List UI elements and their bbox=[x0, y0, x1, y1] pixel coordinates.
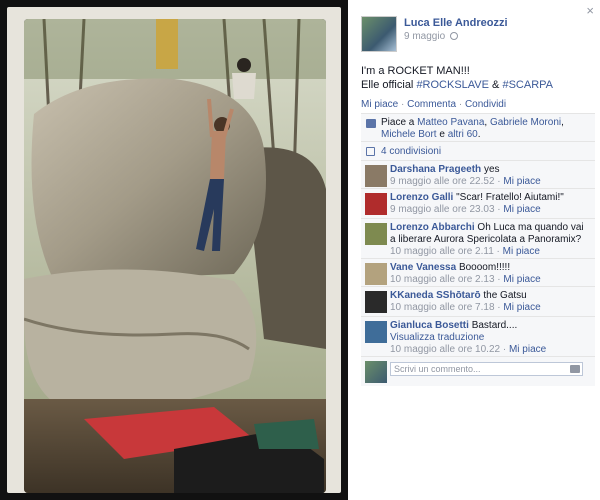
likes-sep: , bbox=[561, 117, 564, 128]
comment-like-link[interactable]: Mi piace bbox=[503, 246, 540, 257]
photo-viewer bbox=[0, 0, 348, 500]
comment-like-link[interactable]: Mi piace bbox=[503, 274, 540, 285]
post-photo[interactable] bbox=[24, 19, 326, 493]
likes-conj: e bbox=[436, 129, 448, 140]
likes-suffix: . bbox=[477, 129, 481, 140]
comment-time[interactable]: 9 maggio alle ore 23.03 bbox=[390, 204, 495, 215]
comment-item: Lorenzo Abbarchi Oh Luca ma quando vai a… bbox=[361, 218, 595, 258]
comment-body: Vane Vanessa Boooom!!!!! 10 maggio alle … bbox=[390, 262, 590, 286]
post-side-panel: × Luca Elle Andreozzi 9 maggio I'm a ROC… bbox=[348, 0, 600, 500]
comment-composer bbox=[361, 356, 595, 386]
post-text-line2: Elle official #ROCKSLAVE & #SCARPA bbox=[361, 78, 591, 92]
hashtag-scarpa[interactable]: #SCARPA bbox=[502, 79, 553, 91]
comment-body: Darshana Prageeth yes 9 maggio alle ore … bbox=[390, 164, 590, 188]
comment-body: Gianluca Bosetti Bastard.... Visualizza … bbox=[390, 320, 590, 356]
comment-item: Gianluca Bosetti Bastard.... Visualizza … bbox=[361, 316, 595, 356]
post-date: 9 maggio bbox=[404, 31, 458, 42]
hashtag-joiner: & bbox=[489, 79, 503, 91]
close-icon[interactable]: × bbox=[586, 3, 594, 18]
comment-time[interactable]: 10 maggio alle ore 10.22 bbox=[390, 344, 500, 355]
comment-body: Lorenzo Galli "Scar! Fratello! Aiutami!"… bbox=[390, 192, 590, 216]
commenter-avatar[interactable] bbox=[365, 321, 387, 343]
author-name[interactable]: Luca Elle Andreozzi bbox=[404, 17, 508, 29]
comment-input[interactable] bbox=[390, 362, 583, 376]
comment-time[interactable]: 9 maggio alle ore 22.52 bbox=[390, 176, 495, 187]
post-date-text[interactable]: 9 maggio bbox=[404, 31, 445, 42]
shares-summary[interactable]: 4 condivisioni bbox=[361, 141, 595, 160]
comment-meta: 10 maggio alle ore 2.13 · Mi piace bbox=[390, 274, 541, 285]
comment-item: KKaneda SShōtarō the Gatsu 10 maggio all… bbox=[361, 286, 595, 316]
commenter-avatar[interactable] bbox=[365, 193, 387, 215]
comment-like-link[interactable]: Mi piace bbox=[509, 344, 546, 355]
current-user-avatar bbox=[365, 361, 387, 383]
post-text: I'm a ROCKET MAN!!! Elle official #ROCKS… bbox=[361, 64, 591, 92]
comment-body: Lorenzo Abbarchi Oh Luca ma quando vai a… bbox=[390, 222, 590, 258]
commenter-name[interactable]: Lorenzo Abbarchi bbox=[390, 222, 475, 233]
comment-body: KKaneda SShōtarō the Gatsu 10 maggio all… bbox=[390, 290, 590, 314]
post-text-prefix: Elle official bbox=[361, 79, 417, 91]
comment-like-link[interactable]: Mi piace bbox=[503, 302, 540, 313]
commenter-avatar[interactable] bbox=[365, 165, 387, 187]
action-separator: · bbox=[398, 99, 408, 110]
photo-frame bbox=[7, 7, 341, 493]
comment-link[interactable]: Commenta bbox=[407, 99, 456, 110]
comment-text: Boooom!!!!! bbox=[458, 262, 511, 273]
shares-label[interactable]: 4 condivisioni bbox=[381, 146, 441, 157]
commenter-name[interactable]: KKaneda SShōtarō bbox=[390, 290, 481, 301]
comment-text: the Gatsu bbox=[483, 290, 527, 301]
camera-icon[interactable] bbox=[570, 365, 580, 373]
post-actions: Mi piace · Commenta · Condividi bbox=[361, 99, 506, 110]
translate-link[interactable]: Visualizza traduzione bbox=[390, 332, 484, 343]
commenter-name[interactable]: Gianluca Bosetti bbox=[390, 320, 469, 331]
commenter-name[interactable]: Vane Vanessa bbox=[390, 262, 456, 273]
comment-like-link[interactable]: Mi piace bbox=[503, 204, 540, 215]
share-icon bbox=[366, 147, 375, 156]
likes-others-link[interactable]: altri 60 bbox=[448, 129, 478, 140]
comment-meta: 10 maggio alle ore 7.18 · Mi piace bbox=[390, 302, 541, 313]
comment-time[interactable]: 10 maggio alle ore 2.13 bbox=[390, 274, 495, 285]
commenter-name[interactable]: Darshana Prageeth bbox=[390, 164, 481, 175]
commenter-name[interactable]: Lorenzo Galli bbox=[390, 192, 453, 203]
liker-link[interactable]: Michele Bort bbox=[381, 129, 437, 140]
action-separator: · bbox=[456, 99, 465, 110]
post-text-line1: I'm a ROCKET MAN!!! bbox=[361, 65, 470, 77]
share-link[interactable]: Condividi bbox=[465, 99, 506, 110]
comment-meta: 9 maggio alle ore 23.03 · Mi piace bbox=[390, 204, 541, 215]
author-avatar[interactable] bbox=[361, 16, 397, 52]
commenter-avatar[interactable] bbox=[365, 223, 387, 245]
comment-like-link[interactable]: Mi piace bbox=[503, 176, 540, 187]
comment-text: Bastard.... bbox=[471, 320, 518, 331]
liker-link[interactable]: Gabriele Moroni bbox=[490, 117, 561, 128]
comment-time[interactable]: 10 maggio alle ore 7.18 bbox=[390, 302, 495, 313]
comment-text: "Scar! Fratello! Aiutami!" bbox=[456, 192, 564, 203]
commenter-avatar[interactable] bbox=[365, 263, 387, 285]
comment-item: Lorenzo Galli "Scar! Fratello! Aiutami!"… bbox=[361, 188, 595, 218]
liker-link[interactable]: Matteo Pavana bbox=[417, 117, 484, 128]
hashtag-rockslave[interactable]: #ROCKSLAVE bbox=[416, 79, 489, 91]
likes-summary: Piace a Matteo Pavana, Gabriele Moroni, … bbox=[361, 113, 595, 144]
comment-time[interactable]: 10 maggio alle ore 2.11 bbox=[390, 246, 494, 257]
comment-meta: 10 maggio alle ore 2.11 · Mi piace bbox=[390, 246, 540, 257]
commenter-avatar[interactable] bbox=[365, 291, 387, 313]
comment-item: Darshana Prageeth yes 9 maggio alle ore … bbox=[361, 160, 595, 188]
likes-prefix: Piace a bbox=[381, 117, 418, 128]
thumbs-up-icon bbox=[366, 119, 376, 128]
globe-icon bbox=[449, 32, 458, 40]
bouldering-photo-illustration bbox=[24, 19, 326, 493]
comment-meta: 9 maggio alle ore 22.52 · Mi piace bbox=[390, 176, 541, 187]
comment-text: yes bbox=[483, 164, 500, 175]
comment-meta: 10 maggio alle ore 10.22 · Mi piace bbox=[390, 344, 547, 355]
comment-item: Vane Vanessa Boooom!!!!! 10 maggio alle … bbox=[361, 258, 595, 286]
like-link[interactable]: Mi piace bbox=[361, 99, 398, 110]
